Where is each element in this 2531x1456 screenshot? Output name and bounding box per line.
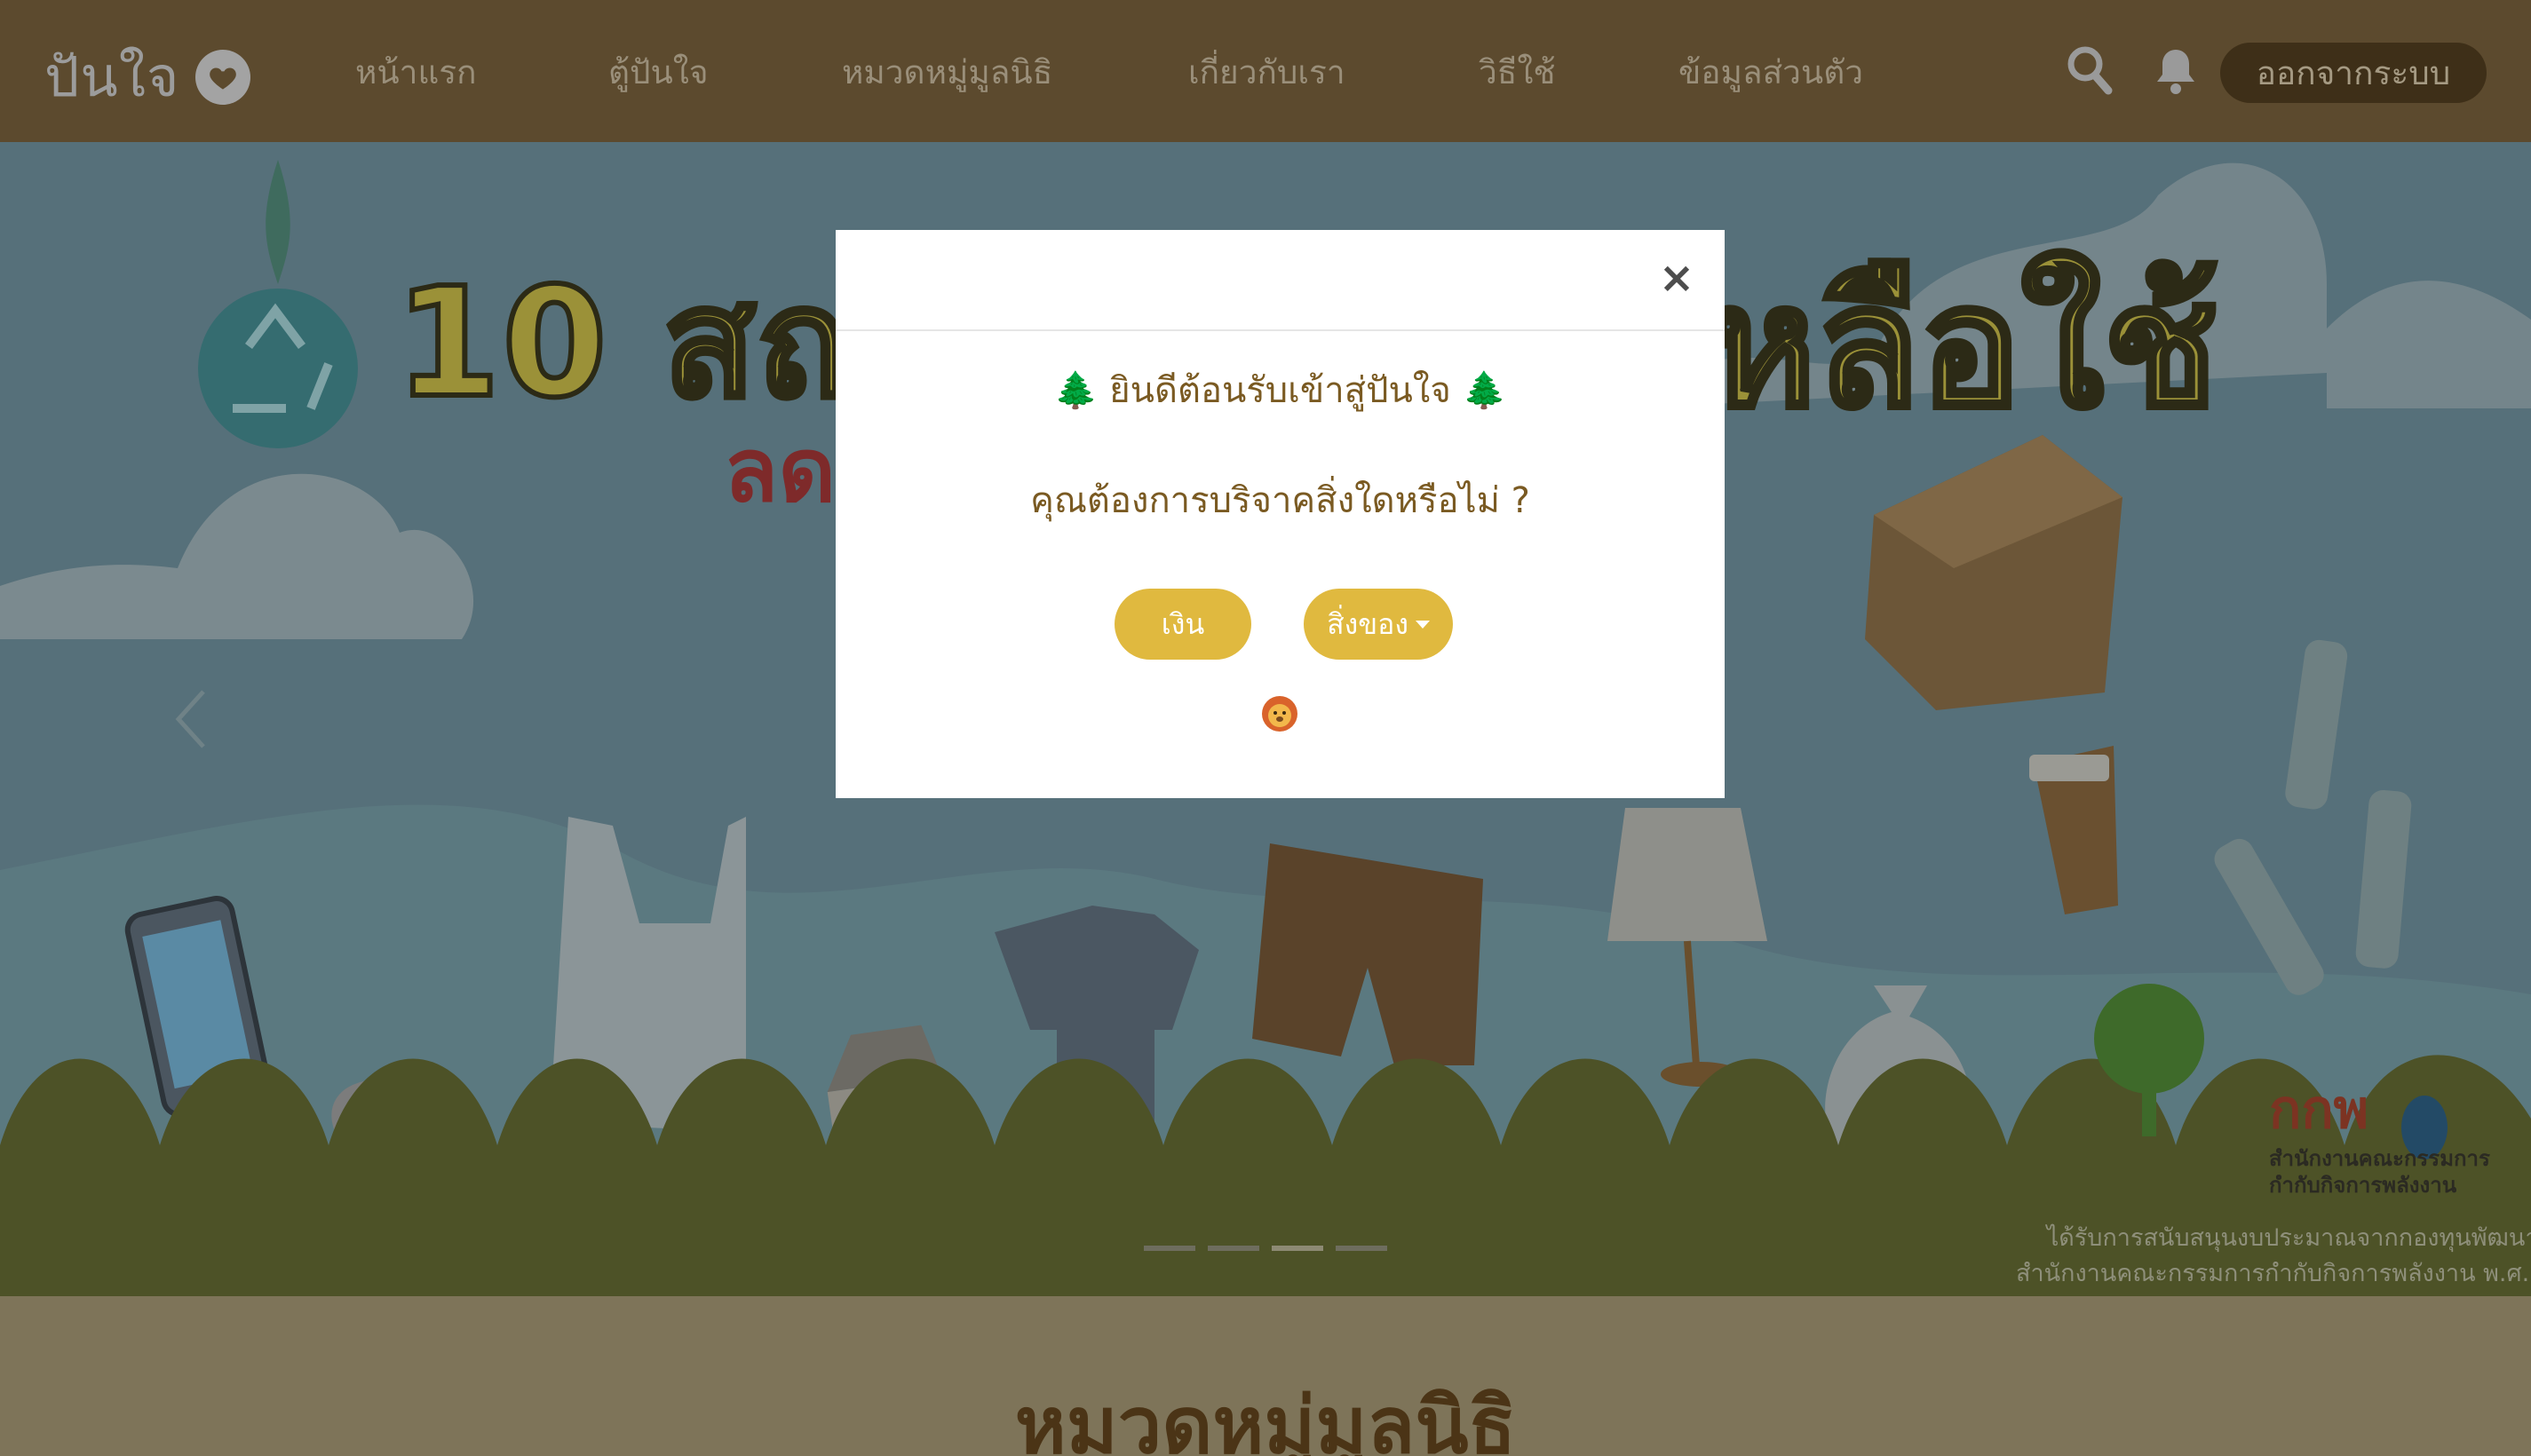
logout-button[interactable]: ออกจากระบบ — [2220, 43, 2487, 103]
modal-welcome-text: 🌲 ยินดีต้อนรับเข้าสู่ปันใจ 🌲 — [1053, 370, 1507, 411]
nav-link-donation-box[interactable]: ตู้ปันใจ — [608, 46, 709, 99]
donate-money-label: เงิน — [1161, 606, 1205, 641]
banner-credit-line-1: ได้รับการสนับสนุนงบประมาณจากกองทุนพัฒนาไ… — [2046, 1224, 2531, 1252]
section-title-foundation-categories: หมวดหมู่มูลนิธิ — [1014, 1380, 1517, 1456]
carousel-prev-icon[interactable] — [173, 688, 209, 754]
banner-title-end: หลือใช้ — [1702, 246, 2221, 447]
search-icon[interactable] — [2066, 44, 2114, 99]
close-icon[interactable]: × — [1659, 257, 1694, 299]
nav-link-home[interactable]: หน้าแรก — [355, 46, 477, 99]
brand-logo[interactable]: ปันใจ — [44, 34, 251, 121]
carousel-indicator-1[interactable] — [1144, 1246, 1195, 1251]
donate-items-label: สิ่งของ — [1327, 606, 1408, 641]
top-navbar: ปันใจ หน้าแรก ตู้ปันใจ หมวดหมู่มูลนิธิ เ… — [0, 0, 2531, 142]
svg-text:กกพ: กกพ — [2269, 1079, 2368, 1141]
bell-icon[interactable] — [2154, 46, 2197, 99]
modal-question-text: คุณต้องการบริจาคสิ่งใดหรือไม่ ? — [1030, 480, 1530, 521]
carousel-indicator-3[interactable] — [1272, 1246, 1323, 1251]
banner-org-line-1: สำนักงานคณะกรรมการ — [2269, 1146, 2490, 1171]
heart-icon — [195, 50, 251, 105]
caret-down-icon — [1415, 620, 1430, 629]
modal-header: × — [836, 230, 1725, 331]
banner-org-line-2: กำกับกิจการพลังงาน — [2269, 1173, 2457, 1198]
carousel-indicators — [1144, 1246, 1387, 1251]
donate-items-dropdown-button[interactable]: สิ่งของ — [1304, 589, 1453, 660]
banner-subtitle-start: ลด — [724, 418, 837, 522]
carousel-indicator-2[interactable] — [1208, 1246, 1259, 1251]
nav-link-how-to[interactable]: วิธีใช้ — [1479, 46, 1556, 99]
nav-link-profile[interactable]: ข้อมูลส่วนตัว — [1678, 46, 1863, 99]
banner-org-name: สำนักงานคณะกรรมการ กำกับกิจการพลังงาน — [2269, 1145, 2490, 1199]
carousel-indicator-4[interactable] — [1336, 1246, 1387, 1251]
banner-credit: ได้รับการสนับสนุนงบประมาณจากกองทุนพัฒนาไ… — [2016, 1221, 2531, 1292]
brand-name: ปันใจ — [44, 44, 180, 109]
welcome-modal: × 🌲 ยินดีต้อนรับเข้าสู่ปันใจ 🌲 คุณต้องกา… — [836, 230, 1725, 798]
donate-money-button[interactable]: เงิน — [1115, 589, 1251, 660]
nav-link-about[interactable]: เกี่ยวกับเรา — [1188, 46, 1345, 99]
nav-link-foundation-categories[interactable]: หมวดหมู่มูลนิธิ — [842, 46, 1052, 99]
banner-credit-line-2: สำนักงานคณะกรรมการกำกับกิจการพลังงาน พ.ศ… — [2016, 1260, 2531, 1287]
lion-face-icon — [1261, 695, 1298, 732]
